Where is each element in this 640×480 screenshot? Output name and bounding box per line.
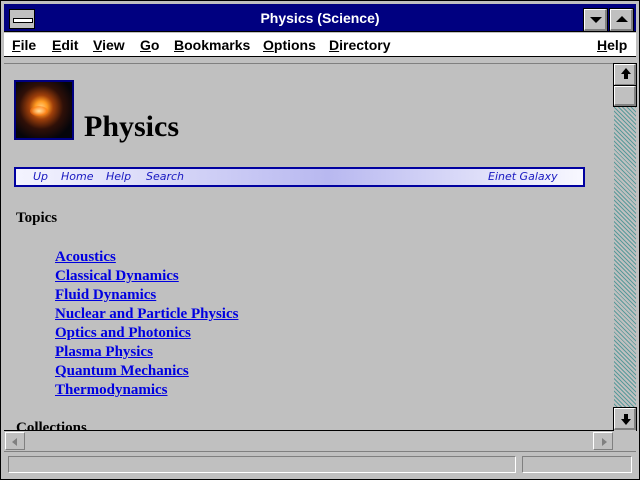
menu-view-accel: V <box>93 37 103 53</box>
menu-go-accel: G <box>140 37 151 53</box>
menu-go-label: o <box>150 37 160 53</box>
menu-help-label: elp <box>607 37 628 53</box>
progress-indicator <box>522 456 632 473</box>
menu-help[interactable]: Help <box>597 37 627 53</box>
menu-file-label: ile <box>20 37 37 53</box>
scroll-left-button[interactable] <box>5 432 25 450</box>
scroll-right-icon <box>602 438 607 446</box>
menu-go[interactable]: Go <box>140 37 159 53</box>
topic-link[interactable]: Acoustics <box>55 249 116 266</box>
nav-home-link[interactable]: Home <box>61 170 93 183</box>
menu-directory-label: irectory <box>339 37 391 53</box>
vertical-scrollbar[interactable] <box>613 63 637 431</box>
topic-link[interactable]: Thermodynamics <box>55 382 168 399</box>
menu-options-accel: O <box>263 37 274 53</box>
scroll-thumb[interactable] <box>613 85 637 107</box>
topic-link[interactable]: Fluid Dynamics <box>55 287 156 304</box>
page-heading: Physics <box>84 110 180 143</box>
topic-link[interactable]: Plasma Physics <box>55 344 153 361</box>
nav-einet-galaxy-link[interactable]: Einet Galaxy <box>488 170 558 183</box>
menu-options[interactable]: Options <box>263 37 316 53</box>
menu-edit-accel: E <box>52 37 62 53</box>
scroll-down-icon <box>621 414 631 425</box>
menu-edit[interactable]: Edit <box>52 37 78 53</box>
title-bar[interactable]: Physics (Science) <box>4 4 636 32</box>
scroll-up-icon <box>621 68 631 79</box>
physics-logo-image <box>14 80 74 140</box>
menu-edit-label: dit <box>61 37 79 53</box>
scrollbar-corner <box>614 430 636 450</box>
menu-options-label: ptions <box>273 37 316 53</box>
system-menu-icon[interactable] <box>9 9 35 29</box>
menu-file[interactable]: File <box>12 37 36 53</box>
menu-bookmarks-accel: B <box>174 37 185 53</box>
menu-directory[interactable]: Directory <box>329 37 390 53</box>
status-bar <box>4 451 636 476</box>
topics-heading: Topics <box>16 210 58 226</box>
scroll-right-button[interactable] <box>593 432 613 450</box>
minimize-button[interactable] <box>583 8 608 32</box>
window-title: Physics (Science) <box>260 10 380 26</box>
menu-directory-accel: D <box>329 37 340 53</box>
menu-bookmarks-label: ookmarks <box>184 37 251 53</box>
galaxy-navbar: Up Home Help Search Einet Galaxy <box>14 167 585 187</box>
topic-link[interactable]: Optics and Photonics <box>55 325 191 342</box>
topic-link[interactable]: Quantum Mechanics <box>55 363 189 380</box>
minimize-icon <box>590 17 602 23</box>
menu-bar: File Edit View Go Bookmarks Options Dire… <box>4 33 636 57</box>
scroll-up-button[interactable] <box>613 63 637 87</box>
nav-help-link[interactable]: Help <box>106 170 131 183</box>
menu-view-label: iew <box>102 37 125 53</box>
logo-glow <box>30 106 48 116</box>
scroll-left-icon <box>12 438 17 446</box>
document-view[interactable]: Physics Up Home Help Search Einet Galaxy… <box>4 64 614 430</box>
menu-help-accel: H <box>597 37 608 53</box>
menu-file-accel: F <box>12 37 21 53</box>
collections-heading: Collections <box>16 420 87 430</box>
menu-bookmarks[interactable]: Bookmarks <box>174 37 250 53</box>
topic-link[interactable]: Nuclear and Particle Physics <box>55 306 238 323</box>
nav-up-link[interactable]: Up <box>33 170 48 183</box>
nav-search-link[interactable]: Search <box>146 170 184 183</box>
horizontal-scrollbar[interactable] <box>4 430 614 450</box>
scroll-down-button[interactable] <box>613 407 637 431</box>
status-text <box>8 456 516 473</box>
maximize-button[interactable] <box>609 8 634 32</box>
topic-link[interactable]: Classical Dynamics <box>55 268 179 285</box>
menu-view[interactable]: View <box>93 37 125 53</box>
maximize-icon <box>616 16 628 22</box>
